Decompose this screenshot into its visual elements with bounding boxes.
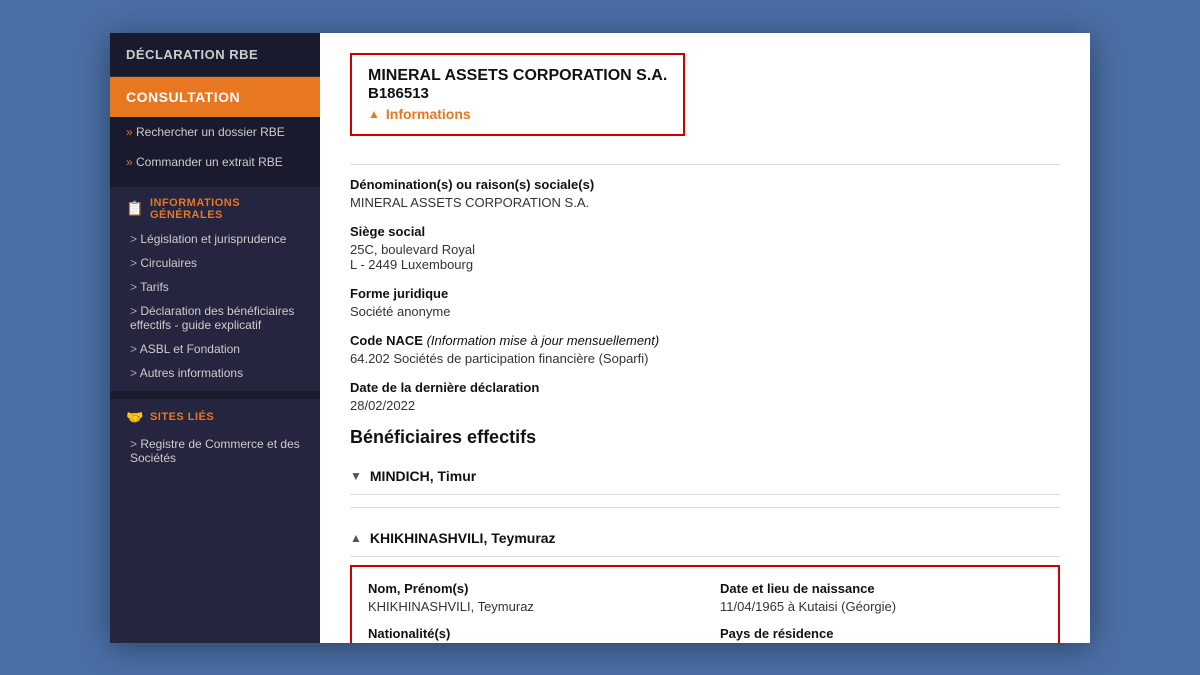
- chevron-down-icon-mindich: ▼: [350, 469, 362, 483]
- siege-line1: 25C, boulevard Royal: [350, 242, 1060, 257]
- nom-group: Nom, Prénom(s) KHIKHINASHVILI, Teymuraz …: [368, 581, 690, 643]
- sidebar-info-generales-section: 📋 INFORMATIONS GÉNÉRALES Législation et …: [110, 187, 320, 391]
- forme-label: Forme juridique: [350, 286, 1060, 301]
- divider-top: [350, 164, 1060, 165]
- modal: DÉCLARATION RBE CONSULTATION Rechercher …: [110, 33, 1090, 643]
- siege-group: Siège social 25C, boulevard Royal L - 24…: [350, 224, 1060, 272]
- sidebar-link-commander[interactable]: Commander un extrait RBE: [110, 147, 320, 177]
- mindich-name: MINDICH, Timur: [370, 468, 476, 484]
- sidebar-link-rechercher[interactable]: Rechercher un dossier RBE: [110, 117, 320, 147]
- company-id: B186513: [368, 85, 667, 102]
- forme-value: Société anonyme: [350, 304, 1060, 319]
- chevron-up-icon: ▲: [368, 107, 380, 121]
- date-naissance-label: Date et lieu de naissance: [720, 581, 1042, 596]
- chevron-up-icon-khikh: ▲: [350, 531, 362, 545]
- sidebar-info-generales-title: 📋 INFORMATIONS GÉNÉRALES: [126, 197, 304, 221]
- beneficiary-khikhinashvili[interactable]: ▲ KHIKHINASHVILI, Teymuraz: [350, 520, 1060, 557]
- denomination-value: MINERAL ASSETS CORPORATION S.A.: [350, 195, 1060, 210]
- sidebar-legislation[interactable]: Législation et jurisprudence: [126, 227, 304, 251]
- pays-residence-label: Pays de résidence: [720, 626, 1042, 641]
- sidebar-sites-section: 🤝 SITES LIÉS Registre de Commerce et des…: [110, 399, 320, 643]
- sidebar: DÉCLARATION RBE CONSULTATION Rechercher …: [110, 33, 320, 643]
- beneficiary-mindich[interactable]: ▼ MINDICH, Timur: [350, 458, 1060, 495]
- date-label: Date de la dernière déclaration: [350, 380, 1060, 395]
- forme-group: Forme juridique Société anonyme: [350, 286, 1060, 319]
- sidebar-declaration[interactable]: Déclaration des bénéficiaires effectifs …: [126, 299, 304, 337]
- beneficiaires-title: Bénéficiaires effectifs: [350, 427, 1060, 448]
- informations-toggle[interactable]: ▲ Informations: [368, 106, 667, 122]
- siege-line2: L - 2449 Luxembourg: [350, 257, 1060, 272]
- sidebar-autres[interactable]: Autres informations: [126, 361, 304, 385]
- code-nace-label: Code NACE (Information mise à jour mensu…: [350, 333, 1060, 348]
- handshake-icon: 🤝: [126, 409, 144, 426]
- nom-value: KHIKHINASHVILI, Teymuraz: [368, 599, 690, 614]
- code-nace-group: Code NACE (Information mise à jour mensu…: [350, 333, 1060, 366]
- sidebar-header: DÉCLARATION RBE: [110, 33, 320, 77]
- company-header-box: MINERAL ASSETS CORPORATION S.A. B186513 …: [350, 53, 685, 136]
- divider-beneficiaires: [350, 507, 1060, 508]
- date-value: 28/02/2022: [350, 398, 1060, 413]
- modal-overlay: DÉCLARATION RBE CONSULTATION Rechercher …: [0, 0, 1200, 675]
- company-name: MINERAL ASSETS CORPORATION S.A.: [368, 67, 667, 85]
- sidebar-consultation[interactable]: CONSULTATION: [110, 77, 320, 117]
- siege-label: Siège social: [350, 224, 1060, 239]
- main-content: MINERAL ASSETS CORPORATION S.A. B186513 …: [320, 33, 1090, 643]
- sidebar-tarifs[interactable]: Tarifs: [126, 275, 304, 299]
- nom-label: Nom, Prénom(s): [368, 581, 690, 596]
- date-naissance-group: Date et lieu de naissance 11/04/1965 à K…: [720, 581, 1042, 643]
- beneficiary-grid: Nom, Prénom(s) KHIKHINASHVILI, Teymuraz …: [368, 581, 1042, 643]
- sidebar-asbl[interactable]: ASBL et Fondation: [126, 337, 304, 361]
- clipboard-icon: 📋: [126, 200, 144, 217]
- sidebar-circulaires[interactable]: Circulaires: [126, 251, 304, 275]
- denomination-label: Dénomination(s) ou raison(s) sociale(s): [350, 177, 1060, 192]
- denomination-group: Dénomination(s) ou raison(s) sociale(s) …: [350, 177, 1060, 210]
- nationalite-label: Nationalité(s): [368, 626, 690, 641]
- khikhinashvili-details: Nom, Prénom(s) KHIKHINASHVILI, Teymuraz …: [350, 565, 1060, 643]
- khikhinashvili-name: KHIKHINASHVILI, Teymuraz: [370, 530, 556, 546]
- sidebar-sites-title: 🤝 SITES LIÉS: [126, 409, 304, 426]
- date-group: Date de la dernière déclaration 28/02/20…: [350, 380, 1060, 413]
- code-nace-value: 64.202 Sociétés de participation financi…: [350, 351, 1060, 366]
- date-naissance-value: 11/04/1965 à Kutaisi (Géorgie): [720, 599, 1042, 614]
- sidebar-registre[interactable]: Registre de Commerce et des Sociétés: [126, 432, 304, 470]
